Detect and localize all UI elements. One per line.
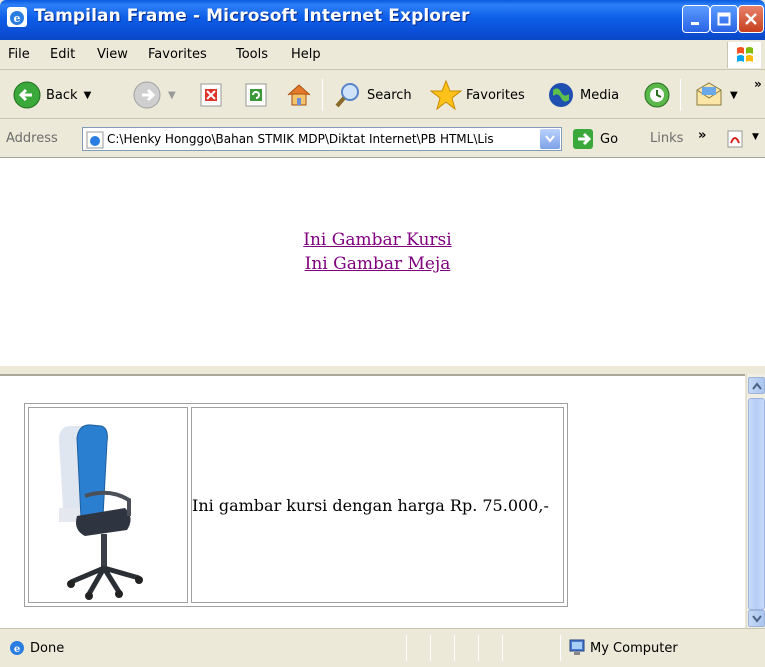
chevron-down-icon bbox=[545, 135, 555, 143]
forward-button[interactable]: ▼ bbox=[132, 79, 176, 111]
scroll-up-button[interactable] bbox=[748, 377, 765, 394]
scroll-thumb[interactable] bbox=[748, 398, 765, 610]
chevron-down-icon[interactable]: ▼ bbox=[730, 90, 738, 101]
close-icon bbox=[745, 13, 757, 25]
product-description-cell: Ini gambar kursi dengan harga Rp. 75.000… bbox=[191, 407, 564, 603]
chevron-down-icon[interactable]: ▼ bbox=[752, 132, 759, 142]
toolbar-separator bbox=[680, 79, 681, 111]
title-bar[interactable]: e Tampilan Frame - Microsoft Internet Ex… bbox=[0, 0, 765, 40]
chevron-down-icon[interactable]: ▼ bbox=[168, 90, 176, 101]
nav-links: Ini Gambar Kursi Ini Gambar Meja bbox=[0, 228, 755, 276]
mail-icon bbox=[696, 82, 722, 106]
links-overflow-icon[interactable]: » bbox=[698, 128, 706, 143]
product-table: Ini gambar kursi dengan harga Rp. 75.000… bbox=[24, 403, 568, 607]
history-button[interactable] bbox=[642, 79, 672, 111]
status-separator bbox=[502, 635, 503, 661]
star-icon bbox=[430, 79, 462, 111]
link-gambar-kursi[interactable]: Ini Gambar Kursi bbox=[0, 228, 755, 252]
close-button[interactable] bbox=[738, 5, 764, 33]
bottom-frame: Ini gambar kursi dengan harga Rp. 75.000… bbox=[0, 374, 745, 628]
links-button[interactable]: Links bbox=[650, 131, 683, 146]
media-button[interactable]: Media bbox=[546, 79, 619, 111]
status-separator bbox=[454, 635, 455, 661]
go-label: Go bbox=[600, 131, 619, 147]
stop-button[interactable] bbox=[198, 79, 224, 111]
minimize-button[interactable] bbox=[682, 5, 710, 33]
svg-text:e: e bbox=[14, 644, 20, 655]
address-label: Address bbox=[6, 131, 58, 146]
refresh-button[interactable] bbox=[243, 79, 269, 111]
status-separator bbox=[478, 635, 479, 661]
product-description: Ini gambar kursi dengan harga Rp. 75.000… bbox=[192, 495, 549, 515]
chevron-up-icon bbox=[751, 381, 762, 390]
back-button[interactable]: Back ▼ bbox=[12, 79, 91, 111]
computer-icon bbox=[569, 639, 585, 655]
maximize-button[interactable] bbox=[710, 5, 738, 33]
search-icon bbox=[335, 83, 359, 108]
chevron-down-icon[interactable]: ▼ bbox=[84, 90, 92, 101]
window-title: Tampilan Frame - Microsoft Internet Expl… bbox=[34, 6, 470, 26]
address-value: C:\Henky Honggo\Bahan STMIK MDP\Diktat I… bbox=[107, 132, 494, 146]
toolbar: Back ▼ ▼ Search Favorites Media ▼ » bbox=[0, 71, 765, 119]
address-dropdown-button[interactable] bbox=[540, 129, 560, 149]
office-chair-image bbox=[59, 424, 143, 600]
menu-tools[interactable]: Tools bbox=[236, 47, 268, 62]
page-icon bbox=[86, 131, 104, 149]
menu-file[interactable]: File bbox=[8, 47, 30, 62]
windows-logo bbox=[727, 42, 761, 68]
ie-page-icon: e bbox=[10, 641, 24, 655]
search-label: Search bbox=[367, 87, 412, 103]
vertical-scrollbar[interactable] bbox=[746, 374, 765, 628]
back-arrow-icon bbox=[13, 81, 41, 109]
chevron-down-icon bbox=[751, 614, 762, 623]
status-separator bbox=[560, 635, 561, 661]
search-button[interactable]: Search bbox=[333, 79, 412, 111]
media-label: Media bbox=[580, 87, 620, 103]
menu-help[interactable]: Help bbox=[291, 47, 321, 62]
home-icon bbox=[287, 84, 311, 106]
top-frame: Ini Gambar Kursi Ini Gambar Meja bbox=[0, 158, 765, 370]
back-label: Back bbox=[46, 87, 78, 103]
minimize-icon bbox=[691, 22, 699, 25]
stop-icon bbox=[200, 83, 222, 107]
favorites-label: Favorites bbox=[466, 87, 525, 103]
address-bar: Address C:\Henky Honggo\Bahan STMIK MDP\… bbox=[0, 120, 765, 158]
ie-icon: e bbox=[7, 7, 27, 27]
pdf-toolbar-icon[interactable] bbox=[726, 129, 746, 149]
status-separator bbox=[430, 635, 431, 661]
address-input[interactable]: C:\Henky Honggo\Bahan STMIK MDP\Diktat I… bbox=[82, 127, 562, 151]
toolbar-separator bbox=[322, 79, 323, 111]
menu-bar: File Edit View Favorites Tools Help bbox=[0, 40, 765, 70]
scroll-down-button[interactable] bbox=[748, 610, 765, 627]
media-icon bbox=[549, 83, 573, 107]
svg-text:e: e bbox=[14, 12, 21, 25]
link-gambar-meja[interactable]: Ini Gambar Meja bbox=[0, 252, 755, 276]
security-zone: My Computer bbox=[590, 641, 678, 656]
status-bar: e Done My Computer bbox=[0, 628, 765, 667]
status-separator bbox=[406, 635, 407, 661]
favorites-button[interactable]: Favorites bbox=[430, 79, 525, 111]
menu-favorites[interactable]: Favorites bbox=[148, 47, 207, 62]
maximize-icon bbox=[717, 12, 731, 26]
windows-flag-icon bbox=[736, 47, 753, 62]
mail-button[interactable]: ▼ bbox=[694, 79, 738, 111]
history-icon bbox=[644, 82, 670, 108]
forward-arrow-icon bbox=[133, 81, 161, 109]
home-button[interactable] bbox=[285, 79, 313, 111]
product-image-cell bbox=[28, 407, 188, 603]
menu-edit[interactable]: Edit bbox=[50, 47, 75, 62]
go-button[interactable]: Go bbox=[572, 128, 618, 150]
status-text: Done bbox=[30, 641, 65, 656]
go-arrow-icon bbox=[573, 129, 593, 149]
toolbar-overflow-icon[interactable]: » bbox=[754, 77, 762, 91]
refresh-icon bbox=[245, 83, 267, 107]
menu-view[interactable]: View bbox=[97, 47, 128, 62]
